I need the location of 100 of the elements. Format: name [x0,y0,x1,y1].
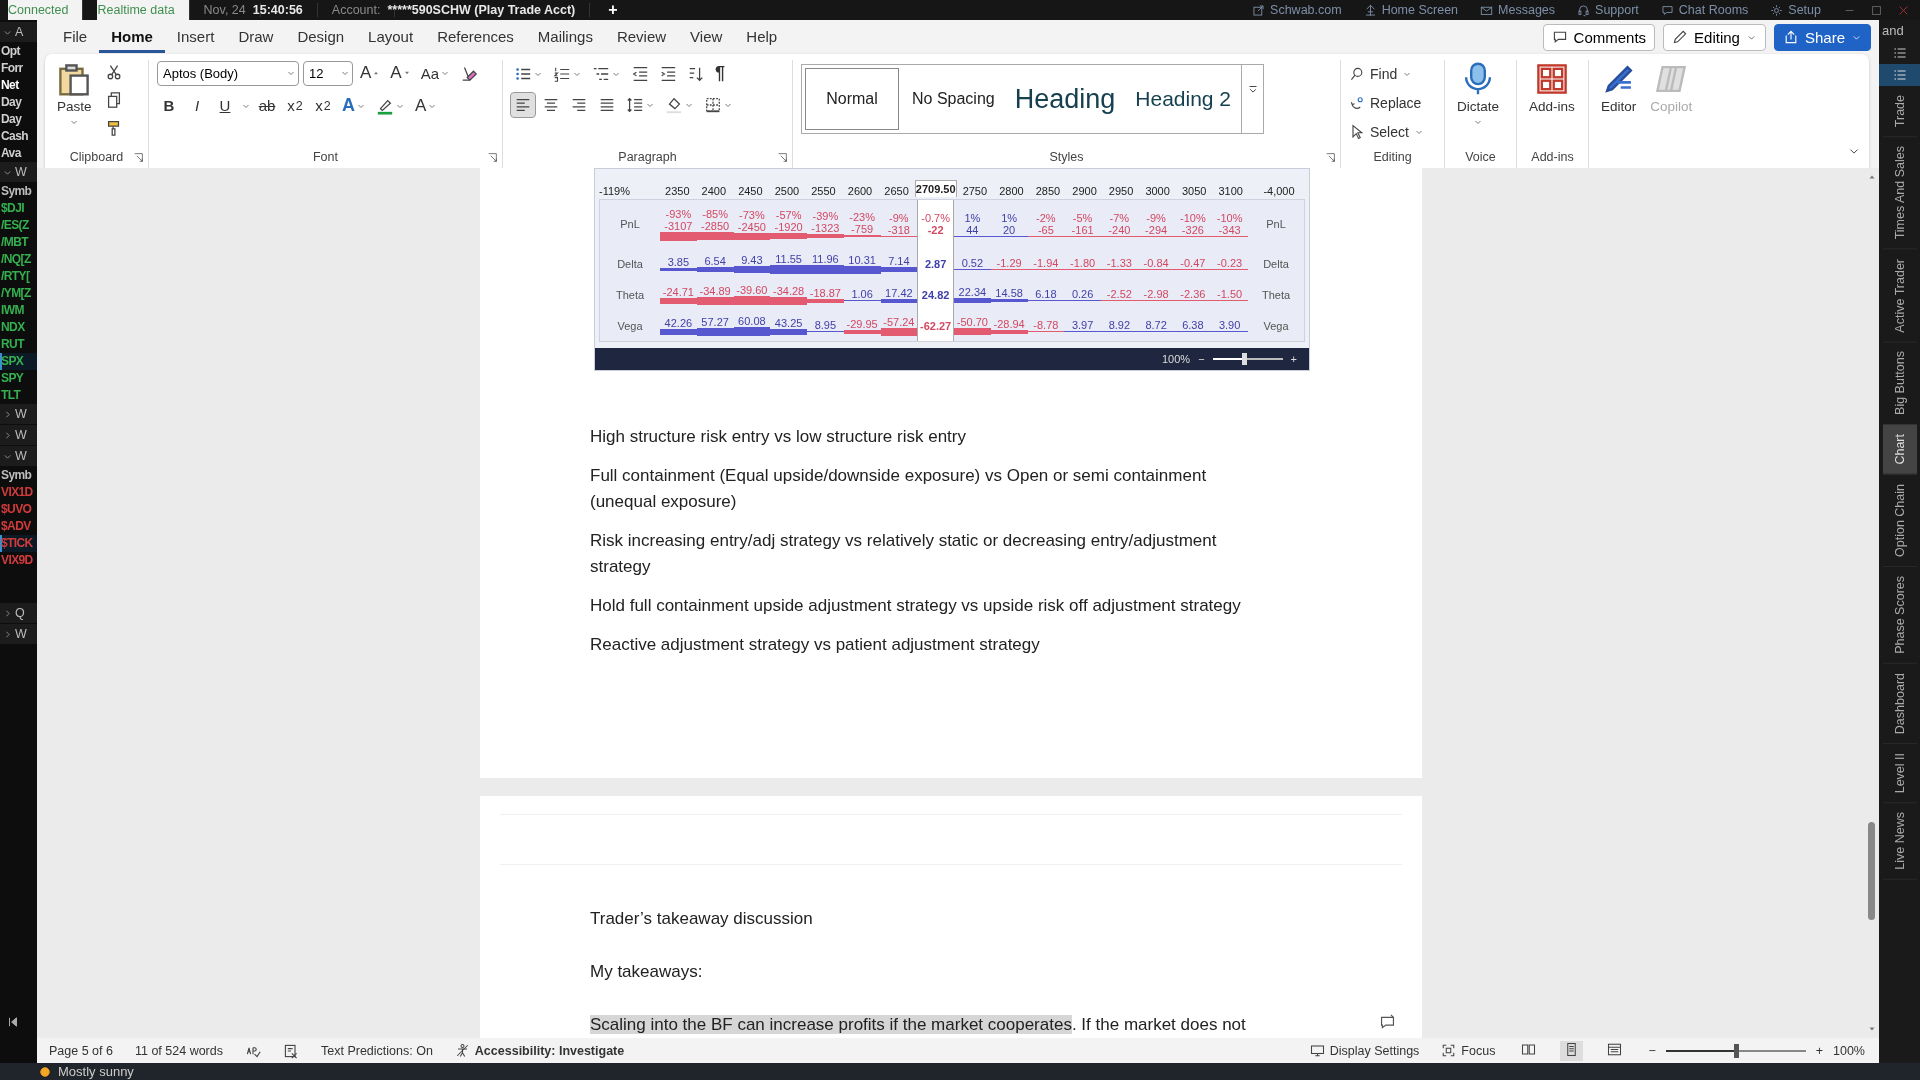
align-button[interactable] [511,93,535,117]
side-tab[interactable]: Dashboard [1882,663,1917,744]
word-count[interactable]: 11 of 524 words [134,1043,223,1058]
zoom-percent[interactable]: 100% [1833,1043,1865,1058]
select-button[interactable]: Select [1349,118,1436,146]
paste-button[interactable]: Paste [53,60,96,146]
panel-section-header[interactable]: W [0,162,37,183]
watchlist-row[interactable]: /YM[Z [0,285,37,302]
font-size-dropdown[interactable]: 12 [303,60,353,86]
page-count[interactable]: Page 5 of 6 [49,1043,113,1058]
list-icon[interactable] [1891,45,1908,61]
show-marks-button[interactable]: ¶ [712,60,728,87]
grow-font-button[interactable]: A [357,60,384,86]
comment-icon[interactable] [1379,1014,1396,1031]
document-icon[interactable] [283,1042,299,1059]
side-tab[interactable]: Chart [1882,425,1917,475]
top-link[interactable]: Setup [1788,3,1821,17]
panel-section-header[interactable]: Q [0,603,37,624]
watchlist-row[interactable]: RUT [0,336,37,353]
side-tab[interactable]: Phase Scores [1882,566,1917,664]
watchlist-row[interactable]: Forr [0,60,37,77]
menu-tab[interactable]: Draw [226,21,286,53]
watchlist-row[interactable]: Opt [0,43,37,60]
italic-button[interactable]: I [185,94,209,117]
top-link[interactable]: Schwab.com [1270,3,1342,17]
font-name-dropdown[interactable]: Aptos (Body) [157,60,299,86]
comments-button[interactable]: Comments [1542,23,1656,51]
style-option[interactable]: Normal [802,65,902,133]
top-link[interactable]: Chat Rooms [1678,3,1749,17]
watchlist-row[interactable]: /NQ[Z [0,251,37,268]
side-tab[interactable]: Active Trader [1882,249,1917,343]
side-tab[interactable]: Trade [1882,86,1917,138]
watchlist-row[interactable]: Symb [0,467,37,484]
replace-button[interactable]: Replace [1349,89,1436,117]
style-option[interactable]: No Spacing [902,65,1005,133]
font-color-button[interactable]: A [412,92,441,119]
dialog-launcher-icon[interactable] [1325,151,1336,163]
text-predictions-status[interactable]: Text Predictions: On [321,1043,433,1058]
editing-mode-button[interactable]: Editing [1663,23,1766,51]
menu-tab[interactable]: Layout [356,21,426,53]
watchlist-row[interactable]: NDX [0,319,37,336]
side-tab[interactable]: Level II [1882,743,1917,803]
watchlist-row[interactable]: Day [0,111,37,128]
watchlist-row[interactable]: Net [0,77,37,94]
editor-button[interactable]: Editor [1597,60,1641,168]
dialog-launcher-icon[interactable] [487,151,498,163]
text-effects-button[interactable]: A [339,92,369,119]
dialog-launcher-icon[interactable] [133,151,144,163]
watchlist-row[interactable]: VIX1D [0,484,37,501]
side-tab[interactable]: Times And Sales [1882,137,1917,250]
shrink-font-button[interactable]: A [387,60,414,86]
watchlist-row[interactable]: VIX9D [0,552,37,569]
watchlist-row[interactable]: $UVO [0,501,37,518]
top-link[interactable]: Home Screen [1381,3,1459,17]
find-button[interactable]: Find [1349,60,1436,88]
watchlist-row[interactable]: Ava [0,145,37,162]
watchlist-row[interactable]: TLT [0,387,37,404]
maximize-icon[interactable] [1870,3,1883,17]
accessibility-status[interactable]: Accessibility: Investigate [474,1043,625,1058]
add-tab-button[interactable]: + [608,1,618,19]
share-button[interactable]: Share [1773,23,1871,51]
zoom-out-button[interactable]: − [1648,1043,1656,1058]
watchlist-row[interactable]: /ES(Z [0,217,37,234]
menu-tab[interactable]: View [678,21,735,53]
watchlist-row[interactable]: IWM [0,302,37,319]
panel-section-header[interactable]: A [0,22,37,43]
menu-tab[interactable]: Mailings [525,21,605,53]
bold-button[interactable]: B [157,94,181,117]
watchlist-row[interactable]: Day [0,94,37,111]
menu-tab[interactable]: Help [734,21,790,53]
panel-section-header[interactable]: W [0,624,37,645]
zoom-in-button[interactable]: + [1815,1043,1823,1058]
top-link[interactable]: Support [1595,3,1639,17]
watchlist-row[interactable]: Cash [0,128,37,145]
add-ins-button[interactable]: Add-ins [1525,60,1579,146]
strike-button[interactable]: ab [255,94,279,117]
zoom-in-button[interactable]: + [1290,353,1297,365]
dictate-button[interactable]: Dictate [1453,60,1504,146]
watchlist-row[interactable]: /RTY[ [0,268,37,285]
menu-tab[interactable]: File [51,21,100,53]
display-settings-button[interactable]: Display Settings [1329,1043,1420,1058]
change-case-button[interactable]: Aa [417,61,454,85]
panel-section-header[interactable]: W [0,425,37,446]
menu-tab[interactable]: Review [604,21,679,53]
panel-section-header[interactable]: W [0,446,37,467]
underline-button[interactable]: U [213,94,237,117]
scrollbar-thumb[interactable] [1868,822,1875,920]
list-icon[interactable] [1891,67,1908,83]
top-link[interactable]: Messages [1498,3,1556,17]
zoom-out-button[interactable]: − [1198,353,1205,365]
menu-tab[interactable]: References [425,21,526,53]
panel-section-header[interactable]: W [0,404,37,425]
side-tab[interactable]: Option Chain [1882,474,1917,567]
watchlist-row[interactable]: Symb [0,183,37,200]
watchlist-row[interactable]: $DJI [0,200,37,217]
dialog-launcher-icon[interactable] [777,151,788,163]
watchlist-row[interactable]: $ADV [0,518,37,535]
side-tab[interactable]: Live News [1882,802,1917,880]
style-option[interactable]: Heading 2 [1125,65,1242,133]
skip-start-icon[interactable] [6,1015,20,1029]
